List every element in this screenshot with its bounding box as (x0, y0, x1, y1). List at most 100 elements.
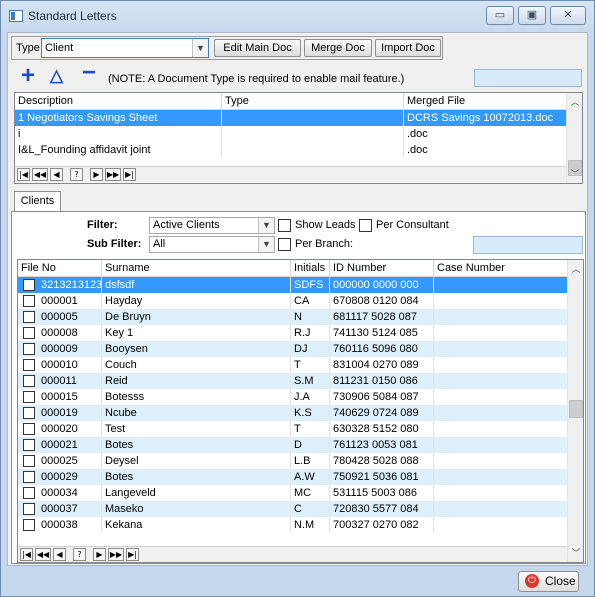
row-checkbox[interactable] (23, 423, 35, 435)
first-record-button[interactable]: |◀ (17, 168, 30, 181)
edit-icon[interactable]: △ (50, 66, 63, 86)
table-row[interactable]: 000001 Hayday CA 670808 0120 084 (18, 293, 568, 309)
chevron-down-icon[interactable]: ▼ (258, 237, 274, 252)
document-row[interactable]: I&L_Founding affidavit joint .doc (15, 142, 567, 158)
scroll-up-icon[interactable]: ︿ (567, 94, 582, 110)
import-doc-button[interactable]: Import Doc (375, 39, 441, 57)
first-record-button[interactable]: |◀ (20, 548, 33, 561)
table-row[interactable]: 000034 Langeveld MC 531115 5003 086 (18, 485, 568, 501)
previous-record-button[interactable]: ◀ (53, 548, 66, 561)
row-checkbox[interactable] (23, 375, 35, 387)
table-row[interactable]: 000005 De Bruyn N 681117 5028 087 (18, 309, 568, 325)
column-header-description[interactable]: Description (15, 93, 222, 110)
chevron-down-icon[interactable]: ▼ (192, 39, 208, 57)
client-id-number: 000000 0000 000 (330, 277, 434, 293)
next-page-button[interactable]: ▶▶ (105, 168, 121, 181)
scroll-up-icon[interactable]: ︿ (568, 261, 583, 277)
type-label: Type (16, 42, 40, 54)
table-row[interactable]: 3213213123 dsfsdf SDFS 000000 0000 000 (18, 277, 568, 293)
table-row[interactable]: 000025 Deysel L.B 780428 5028 088 (18, 453, 568, 469)
next-record-button[interactable]: ▶ (90, 168, 103, 181)
table-row[interactable]: 000038 Kekana N.M 700327 0270 082 (18, 517, 568, 533)
table-row[interactable]: 000011 Reid S.M 811231 0150 086 (18, 373, 568, 389)
table-row[interactable]: 000037 Maseko C 720830 5577 084 (18, 501, 568, 517)
documents-scrollbar[interactable]: ︿ ﹀ (566, 93, 582, 183)
remove-icon[interactable]: − (82, 61, 96, 85)
sub-filter-dropdown[interactable]: All ▼ (149, 236, 275, 253)
previous-page-button[interactable]: ◀◀ (35, 548, 51, 561)
type-dropdown[interactable]: Client ▼ (41, 38, 209, 58)
help-button[interactable]: ? (70, 168, 83, 181)
table-row[interactable]: 000008 Key 1 R.J 741130 5124 085 (18, 325, 568, 341)
client-id-number: 811231 0150 086 (330, 373, 434, 389)
client-id-number: 831004 0270 089 (330, 357, 434, 373)
table-row[interactable]: 000019 Ncube K.S 740629 0724 089 (18, 405, 568, 421)
last-record-button[interactable]: ▶| (123, 168, 136, 181)
client-file-no: 000009 (38, 341, 102, 357)
row-checkbox[interactable] (23, 391, 35, 403)
last-record-button[interactable]: ▶| (126, 548, 139, 561)
add-icon[interactable]: + (21, 64, 35, 88)
row-checkbox[interactable] (23, 279, 35, 291)
table-row[interactable]: 000029 Botes A.W 750921 5036 081 (18, 469, 568, 485)
app-icon (9, 10, 23, 22)
show-leads-checkbox[interactable] (278, 219, 291, 232)
row-checkbox[interactable] (23, 439, 35, 451)
row-checkbox[interactable] (23, 359, 35, 371)
previous-record-button[interactable]: ◀ (50, 168, 63, 181)
row-checkbox[interactable] (23, 295, 35, 307)
document-row[interactable]: 1 Negotiators Savings Sheet DCRS Savings… (15, 110, 567, 126)
row-checkbox[interactable] (23, 327, 35, 339)
chevron-down-icon[interactable]: ▼ (258, 218, 274, 233)
table-row[interactable]: 000015 Botesss J.A 730906 5084 087 (18, 389, 568, 405)
scroll-down-icon[interactable]: ﹀ (568, 545, 583, 561)
maximize-icon[interactable]: ▣ (518, 6, 546, 25)
next-page-button[interactable]: ▶▶ (108, 548, 124, 561)
scroll-down-icon[interactable]: ﹀ (567, 166, 582, 182)
help-button[interactable]: ? (73, 548, 86, 561)
table-row[interactable]: 000020 Test T 630328 5152 080 (18, 421, 568, 437)
column-header-type[interactable]: Type (222, 93, 404, 110)
tab-clients[interactable]: Clients (14, 191, 61, 212)
column-header-initials[interactable]: Initials (291, 260, 330, 277)
branch-selector[interactable] (473, 236, 583, 254)
scroll-thumb[interactable] (569, 400, 583, 418)
minimize-icon[interactable]: ▭ (486, 6, 514, 25)
edit-main-doc-button[interactable]: Edit Main Doc (214, 39, 301, 57)
row-checkbox[interactable] (23, 311, 35, 323)
close-icon[interactable]: ✕ (550, 6, 586, 25)
row-checkbox[interactable] (23, 487, 35, 499)
previous-page-button[interactable]: ◀◀ (32, 168, 48, 181)
per-branch-checkbox[interactable] (278, 238, 291, 251)
column-header-case-number[interactable]: Case Number (434, 260, 568, 277)
table-row[interactable]: 000010 Couch T 831004 0270 089 (18, 357, 568, 373)
filter-dropdown[interactable]: Active Clients ▼ (149, 217, 275, 234)
client-surname: Deysel (102, 453, 291, 469)
client-surname: Botesss (102, 389, 291, 405)
column-header-file-no[interactable]: File No (18, 260, 102, 277)
row-checkbox[interactable] (23, 519, 35, 531)
client-case-number (434, 517, 568, 533)
close-button[interactable]: ⏻ Close (518, 571, 579, 592)
row-checkbox[interactable] (23, 455, 35, 467)
row-checkbox[interactable] (23, 343, 35, 355)
document-type-box[interactable] (474, 69, 582, 87)
row-checkbox[interactable] (23, 471, 35, 483)
table-row[interactable]: 000009 Booysen DJ 760116 5096 080 (18, 341, 568, 357)
client-case-number (434, 437, 568, 453)
row-checkbox[interactable] (23, 503, 35, 515)
merge-doc-button[interactable]: Merge Doc (304, 39, 372, 57)
column-header-id-number[interactable]: ID Number (330, 260, 434, 277)
next-record-button[interactable]: ▶ (93, 548, 106, 561)
title-bar[interactable]: Standard Letters ▭ ▣ ✕ (1, 1, 594, 31)
client-id-number: 670808 0120 084 (330, 293, 434, 309)
client-file-no: 000037 (38, 501, 102, 517)
table-row[interactable]: 000021 Botes D 761123 0053 081 (18, 437, 568, 453)
clients-scrollbar[interactable]: ︿ ﹀ (567, 260, 583, 562)
client-case-number (434, 277, 568, 293)
row-checkbox[interactable] (23, 407, 35, 419)
document-row[interactable]: i .doc (15, 126, 567, 142)
column-header-merged-file[interactable]: Merged File (404, 93, 567, 110)
column-header-surname[interactable]: Surname (102, 260, 291, 277)
per-consultant-checkbox[interactable] (359, 219, 372, 232)
